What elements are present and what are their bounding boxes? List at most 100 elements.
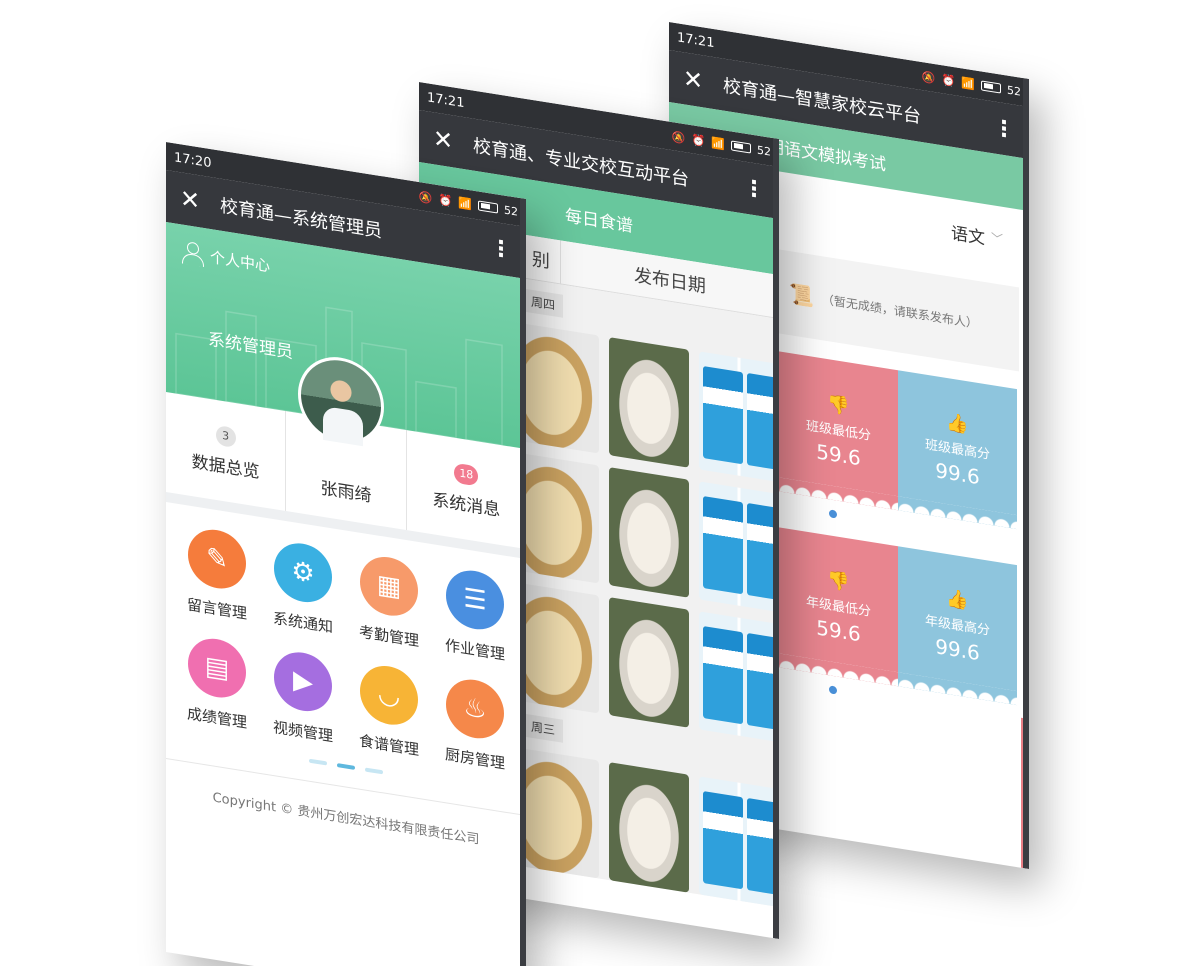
pager-dot: [829, 685, 837, 695]
menu-grades[interactable]: ▤ 成绩管理: [174, 632, 260, 735]
menu-label: 厨房管理: [444, 745, 505, 773]
play-icon: ▶: [274, 648, 332, 716]
wave-decoration: [898, 672, 1017, 706]
battery-icon: [478, 200, 498, 214]
food-image: [519, 452, 599, 584]
day-label: 周三: [523, 713, 564, 743]
milk-image: [699, 351, 779, 483]
menu-label: 考勤管理: [358, 622, 419, 651]
wifi-icon: 📶: [458, 195, 472, 211]
score-value: 59.6: [816, 615, 861, 647]
phone-edge: [773, 138, 779, 940]
page-dot[interactable]: [365, 767, 383, 775]
grade-high-score: 👍 年级最高分 99.6: [898, 546, 1017, 706]
close-icon[interactable]: ✕: [180, 184, 200, 215]
document-icon: 📜: [789, 281, 814, 309]
personal-center-label: 个人中心: [210, 247, 271, 275]
bowl-icon: ◡: [360, 661, 418, 729]
gear-icon: ⚙: [274, 539, 332, 607]
food-image: [609, 762, 689, 893]
more-icon[interactable]: ⋮: [743, 175, 765, 203]
wifi-icon: 📶: [961, 75, 975, 91]
count-badge: 3: [215, 424, 236, 448]
page-dot[interactable]: [309, 758, 327, 766]
meal-row[interactable]: [519, 747, 779, 908]
menu-label: 视频管理: [272, 717, 333, 746]
page-dot-active[interactable]: [337, 763, 355, 770]
mute-icon: 🔕: [921, 69, 936, 85]
mute-icon: 🔕: [418, 189, 433, 205]
empty-message: （暂无成绩，请联系发布人）: [821, 291, 978, 331]
calendar-icon: ▦: [360, 552, 418, 620]
chevron-down-icon: ﹀: [990, 230, 1003, 247]
stat-label: 数据总览: [191, 451, 260, 483]
menu-homework[interactable]: ☰ 作业管理: [432, 564, 518, 667]
class-high-score: 👍 班级最高分 99.6: [898, 370, 1017, 530]
menu-attendance[interactable]: ▦ 考勤管理: [346, 551, 432, 654]
milk-image: [699, 776, 779, 908]
menu-label: 作业管理: [444, 636, 505, 664]
phone-admin: 17:20 🔕 ⏰ 📶 52 ✕ 校育通—系统管理员 ⋮ 个人中心 系统管理员 …: [166, 142, 526, 966]
checklist-icon: ☰: [446, 566, 504, 634]
wave-decoration: [779, 653, 898, 687]
pencil-icon: ✎: [188, 525, 246, 593]
certificate-icon: ▤: [188, 634, 246, 702]
battery-level: 52: [1007, 83, 1021, 99]
class-low-score: 👎 班级最低分 59.6: [779, 351, 898, 511]
thumbs-up-icon: 👍: [946, 411, 969, 437]
personal-center-link[interactable]: 个人中心: [182, 241, 270, 277]
alarm-icon: ⏰: [691, 132, 706, 148]
food-image: [519, 322, 599, 454]
stat-label: 系统消息: [432, 489, 501, 521]
menu-label: 食谱管理: [358, 731, 419, 760]
message-badge: 18: [454, 462, 479, 486]
menu-message-management[interactable]: ✎ 留言管理: [174, 523, 260, 626]
subject-label: 语文: [950, 223, 985, 249]
mockup-scene: 17:21 🔕 ⏰ 📶 52 ✕ 校育通—智慧家校云平台 ⋮ 年度上学期语文模拟…: [0, 0, 1200, 966]
food-image: [519, 747, 599, 879]
stat-system-messages[interactable]: 18 系统消息: [407, 430, 526, 549]
grade-score-row: 👎 年级最低分 59.6 👍 年级最高分 99.6: [779, 527, 1017, 706]
menu-kitchen[interactable]: ♨ 厨房管理: [432, 673, 518, 776]
class-score-row: 👎 班级最低分 59.6 👍 班级最高分 99.6: [779, 351, 1017, 530]
score-value: 59.6: [816, 439, 861, 471]
menu-system-notice[interactable]: ⚙ 系统通知: [260, 537, 346, 640]
wave-decoration: [779, 477, 898, 511]
battery-icon: [981, 80, 1001, 94]
thumbs-down-icon: 👎: [827, 569, 850, 594]
battery-level: 52: [504, 203, 518, 219]
more-icon[interactable]: ⋮: [993, 115, 1015, 143]
close-icon[interactable]: ✕: [683, 64, 703, 95]
food-image: [519, 582, 599, 714]
status-time: 17:21: [677, 29, 715, 51]
menu-label: 成绩管理: [186, 704, 247, 732]
user-name: 张雨绮: [320, 478, 372, 507]
food-image: [609, 337, 689, 468]
avatar-figure: [323, 405, 363, 447]
food-image: [609, 597, 689, 728]
status-time: 17:21: [427, 89, 465, 111]
score-value: 99.6: [935, 634, 980, 666]
menu-recipes[interactable]: ◡ 食谱管理: [346, 660, 432, 763]
battery-icon: [731, 140, 751, 154]
close-icon[interactable]: ✕: [433, 124, 453, 155]
menu-label: 系统通知: [272, 608, 333, 637]
user-icon: [182, 241, 202, 266]
wifi-icon: 📶: [711, 135, 725, 151]
alarm-icon: ⏰: [941, 72, 956, 88]
day-label: 周四: [523, 288, 564, 318]
menu-video[interactable]: ▶ 视频管理: [260, 646, 346, 749]
phone-edge: [1023, 78, 1029, 870]
stat-data-overview[interactable]: 3 数据总览: [166, 392, 287, 512]
score-value: 99.6: [935, 458, 980, 490]
phone-edge: [520, 198, 526, 966]
more-icon[interactable]: ⋮: [490, 235, 512, 263]
pager-dot: [829, 509, 837, 519]
battery-level: 52: [757, 143, 771, 159]
food-image: [609, 467, 689, 598]
wave-decoration: [898, 496, 1017, 530]
milk-image: [699, 611, 779, 743]
alarm-icon: ⏰: [438, 192, 453, 208]
menu-label: 留言管理: [186, 595, 247, 623]
milk-image: [699, 481, 779, 613]
